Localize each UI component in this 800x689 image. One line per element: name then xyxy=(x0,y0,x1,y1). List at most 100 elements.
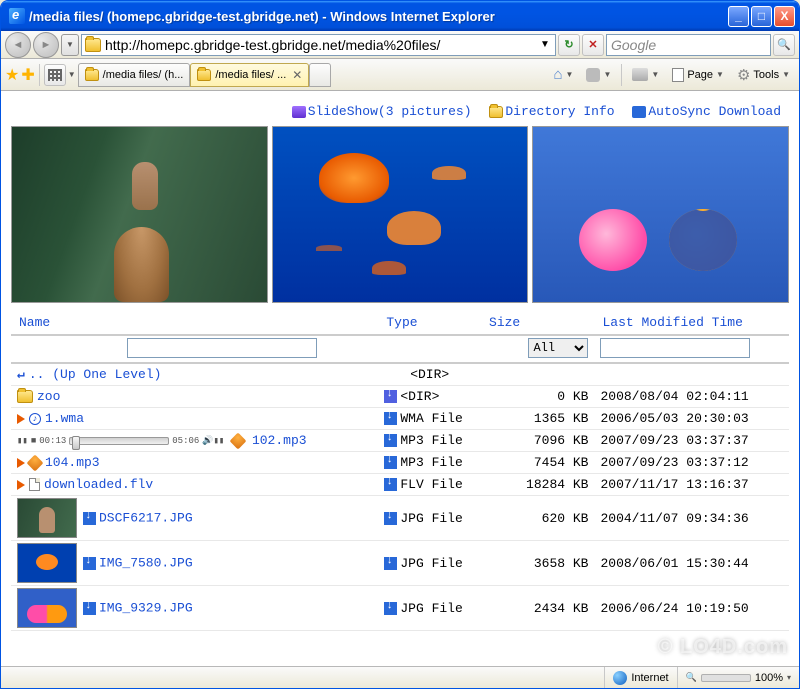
forward-button[interactable]: ► xyxy=(33,32,59,58)
download-icon[interactable] xyxy=(384,557,397,570)
search-box[interactable]: Google xyxy=(606,34,771,56)
stop-button[interactable]: ✕ xyxy=(582,34,604,56)
download-icon[interactable] xyxy=(384,390,397,403)
col-modified[interactable]: Last Modified Time xyxy=(594,311,789,336)
thumbnail-icon[interactable] xyxy=(17,588,77,628)
page-menu[interactable]: Page▼ xyxy=(667,64,729,86)
globe-icon xyxy=(613,671,627,685)
play-icon[interactable] xyxy=(17,480,25,490)
tab-active[interactable]: /media files/ ... ✕ xyxy=(190,63,309,87)
table-row[interactable]: IMG_7580.JPG JPG File 3658 KB 2008/06/01… xyxy=(11,541,789,586)
back-button[interactable]: ◄ xyxy=(5,32,31,58)
slideshow-link[interactable]: SlideShow(3 pictures) xyxy=(292,104,472,119)
table-row[interactable]: DSCF6217.JPG JPG File 620 KB 2004/11/07 … xyxy=(11,496,789,541)
table-row[interactable]: ▮▮ ■ 00:1305:06 🔊▮▮ 102.mp3 MP3 File 709… xyxy=(11,430,789,452)
download-icon[interactable] xyxy=(384,456,397,469)
pause-icon[interactable]: ▮▮ xyxy=(17,436,28,446)
file-link[interactable]: IMG_9329.JPG xyxy=(99,600,193,615)
table-row[interactable]: zoo <DIR> 0 KB 2008/08/04 02:04:11 xyxy=(11,386,789,408)
col-type[interactable]: Type xyxy=(378,311,481,336)
download-icon[interactable] xyxy=(83,557,96,570)
thumbnail-icon[interactable] xyxy=(17,543,77,583)
table-row[interactable]: ♪ 1.wma WMA File 1365 KB 2006/05/03 20:3… xyxy=(11,408,789,430)
media-player-bar[interactable]: ▮▮ ■ 00:1305:06 🔊▮▮ xyxy=(17,436,224,446)
home-icon: ⌂ xyxy=(553,66,562,83)
download-icon[interactable] xyxy=(83,512,96,525)
table-row[interactable]: downloaded.flv FLV File 18284 KB 2007/11… xyxy=(11,474,789,496)
security-zone[interactable]: Internet xyxy=(604,667,676,688)
thumbnail-icon[interactable] xyxy=(17,498,77,538)
file-link[interactable]: 104.mp3 xyxy=(45,455,100,470)
download-icon[interactable] xyxy=(83,602,96,615)
download-icon[interactable] xyxy=(384,478,397,491)
up-one-level-link[interactable]: .. (Up One Level) xyxy=(29,367,162,382)
folder-icon xyxy=(17,390,33,403)
url-dropdown-icon[interactable]: ▼ xyxy=(538,39,552,50)
download-icon[interactable] xyxy=(384,412,397,425)
home-button[interactable]: ⌂▼ xyxy=(548,64,578,86)
window-title: /media files/ (homepc.gbridge-test.gbrid… xyxy=(29,9,728,24)
dropdown-icon[interactable]: ▼ xyxy=(68,70,76,79)
titlebar[interactable]: /media files/ (homepc.gbridge-test.gbrid… xyxy=(1,1,799,31)
thumbnail-2[interactable] xyxy=(272,126,529,303)
size-cell: 0 KB xyxy=(481,386,594,408)
download-icon[interactable] xyxy=(384,602,397,615)
favorites-star-icon[interactable]: ★ xyxy=(5,65,19,85)
ie-window: /media files/ (homepc.gbridge-test.gbrid… xyxy=(0,0,800,689)
maximize-button[interactable]: □ xyxy=(751,6,772,27)
name-filter-input[interactable] xyxy=(127,338,317,358)
quick-tabs-button[interactable] xyxy=(44,64,66,86)
modified-cell: 2008/08/04 02:04:11 xyxy=(594,386,789,408)
pin-icon[interactable] xyxy=(230,432,247,449)
print-icon xyxy=(632,68,648,81)
size-filter-select[interactable]: All xyxy=(528,338,588,358)
add-favorite-icon[interactable]: ✚ xyxy=(21,65,34,85)
file-link[interactable]: IMG_7580.JPG xyxy=(99,555,193,570)
folder-icon xyxy=(85,38,101,52)
refresh-button[interactable]: ↻ xyxy=(558,34,580,56)
ie-icon xyxy=(9,8,25,24)
play-icon[interactable] xyxy=(17,458,25,468)
table-row[interactable]: 104.mp3 MP3 File 7454 KB 2007/09/23 03:3… xyxy=(11,452,789,474)
print-button[interactable]: ▼ xyxy=(627,64,664,86)
table-header-row: Name Type Size Last Modified Time xyxy=(11,311,789,336)
zoom-slider[interactable] xyxy=(701,674,751,682)
autosync-link[interactable]: AutoSync Download xyxy=(632,104,781,119)
sync-icon xyxy=(632,106,646,118)
pin-icon[interactable] xyxy=(27,454,44,471)
gear-icon: ⚙ xyxy=(737,66,750,84)
separator xyxy=(621,64,622,86)
table-row[interactable]: ↵ .. (Up One Level) <DIR> xyxy=(11,364,789,386)
file-link[interactable]: zoo xyxy=(37,389,60,404)
file-link[interactable]: DSCF6217.JPG xyxy=(99,510,193,525)
thumbnail-1[interactable] xyxy=(11,126,268,303)
col-size[interactable]: Size xyxy=(481,311,594,336)
close-button[interactable]: X xyxy=(774,6,795,27)
search-button[interactable]: 🔍 xyxy=(773,34,795,56)
download-icon[interactable] xyxy=(384,512,397,525)
zoom-control[interactable]: 🔍100%▾ xyxy=(677,667,799,688)
new-tab-button[interactable] xyxy=(309,63,331,87)
address-bar[interactable]: http://homepc.gbridge-test.gbridge.net/m… xyxy=(81,34,556,56)
tab-inactive[interactable]: /media files/ (h... xyxy=(78,63,191,87)
file-link[interactable]: 1.wma xyxy=(45,411,84,426)
table-row[interactable]: IMG_9329.JPG JPG File 2434 KB 2006/06/24… xyxy=(11,586,789,631)
separator xyxy=(39,64,40,86)
nav-history-dropdown[interactable]: ▼ xyxy=(61,34,79,56)
tools-menu[interactable]: ⚙Tools▼ xyxy=(732,64,795,86)
download-icon[interactable] xyxy=(384,434,397,447)
modified-cell: 2004/11/07 09:34:36 xyxy=(594,496,789,541)
tab-close-icon[interactable]: ✕ xyxy=(292,68,302,82)
file-link[interactable]: 102.mp3 xyxy=(252,433,307,448)
play-icon[interactable] xyxy=(17,414,25,424)
modified-filter-input[interactable] xyxy=(600,338,750,358)
seek-bar[interactable] xyxy=(69,437,169,445)
file-link[interactable]: downloaded.flv xyxy=(44,477,153,492)
col-name[interactable]: Name xyxy=(11,311,378,336)
thumbnail-3[interactable] xyxy=(532,126,789,303)
modified-cell: 2007/09/23 03:37:12 xyxy=(594,452,789,474)
directory-info-link[interactable]: Directory Info xyxy=(489,104,614,119)
minimize-button[interactable]: _ xyxy=(728,6,749,27)
search-placeholder: Google xyxy=(611,37,656,53)
feeds-button[interactable]: ▼ xyxy=(581,64,616,86)
